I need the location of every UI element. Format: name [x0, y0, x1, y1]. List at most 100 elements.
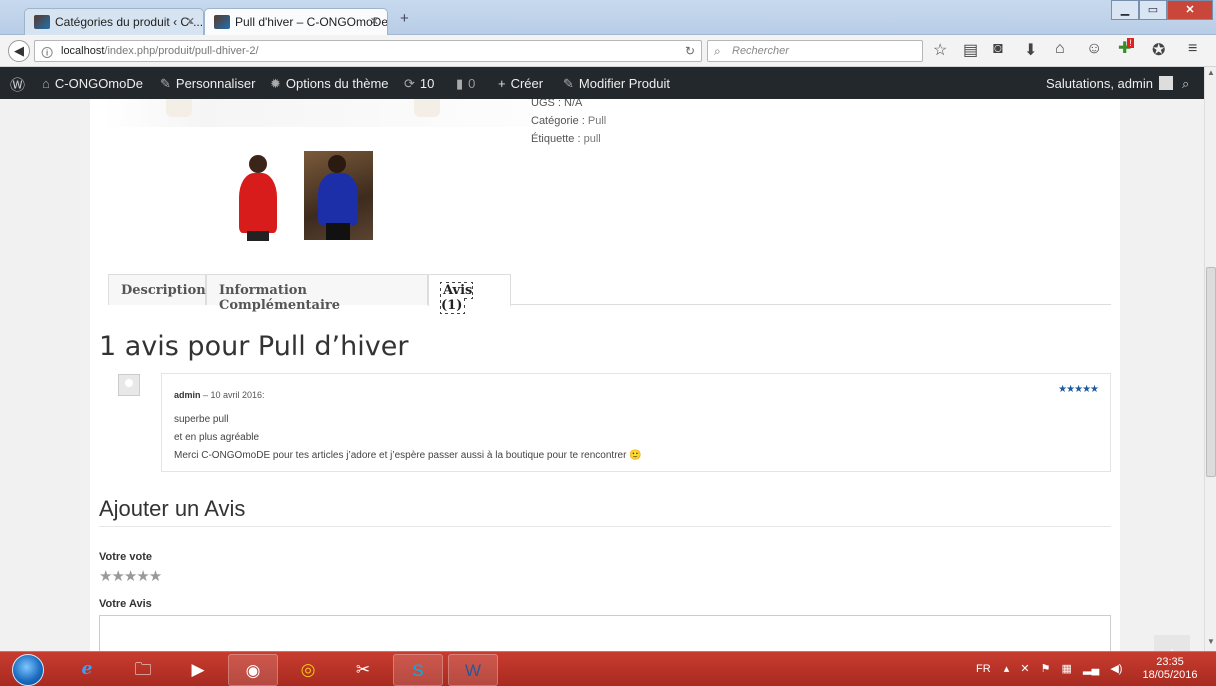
window-minimize-button[interactable]: ▁: [1111, 0, 1139, 20]
product-content: UGS : N/A Catégorie : Pull Étiquette : p…: [90, 99, 1120, 651]
site-favicon-icon: [34, 15, 50, 29]
window-close-button[interactable]: ✕: [1167, 0, 1213, 20]
bookmark-star-icon[interactable]: ☆: [933, 40, 947, 60]
review-textarea[interactable]: [99, 615, 1111, 651]
product-category: Catégorie : Pull: [531, 115, 607, 127]
new-tab-button[interactable]: +: [400, 10, 409, 27]
window-maximize-button[interactable]: ▭: [1139, 0, 1167, 20]
review-rating-stars: ★★★★★: [1058, 384, 1099, 395]
scroll-down-icon[interactable]: ▼: [1206, 637, 1216, 649]
file-explorer-icon[interactable]: 🗀: [118, 654, 168, 686]
addon-notification-icon[interactable]: ✚!: [1118, 38, 1138, 58]
address-bar[interactable]: 🛈 localhost/index.php/produit/pull-dhive…: [34, 40, 702, 62]
language-indicator[interactable]: FR: [976, 663, 991, 675]
menu-hamburger-icon[interactable]: ≡: [1188, 40, 1197, 58]
system-clock[interactable]: 23:35 18/05/2016: [1140, 656, 1200, 682]
review-text-line: Merci C-ONGOmoDE pour tes articles j’ado…: [174, 450, 642, 461]
hello-chat-icon[interactable]: ☺: [1086, 40, 1102, 58]
search-placeholder: Rechercher: [732, 45, 789, 57]
add-review-title: Ajouter un Avis: [99, 496, 1111, 527]
snipping-tool-icon[interactable]: ✂: [338, 654, 388, 686]
site-name-menu[interactable]: ⌂ C-ONGOmoDe: [42, 76, 143, 91]
downloads-icon[interactable]: ⬇: [1024, 40, 1037, 60]
site-info-icon[interactable]: 🛈: [41, 44, 53, 65]
tab-close-icon[interactable]: ✕: [370, 15, 379, 28]
comment-icon: ▮: [456, 76, 464, 91]
account-menu[interactable]: Salutations, admin: [1046, 76, 1173, 91]
volume-icon[interactable]: ◀): [1110, 663, 1122, 675]
signal-icon[interactable]: ▂▄: [1083, 663, 1099, 675]
rating-label: Votre vote: [99, 551, 152, 563]
tab-description[interactable]: Description: [108, 274, 206, 305]
product-tag: Étiquette : pull: [531, 133, 601, 145]
user-avatar: [1158, 76, 1173, 90]
product-thumbnail-red[interactable]: [225, 151, 293, 241]
search-icon[interactable]: ⌕: [1182, 76, 1189, 92]
product-main-image[interactable]: [104, 99, 604, 127]
wordpress-logo-icon[interactable]: Ⓦ: [10, 74, 25, 95]
product-tabs: Description Information Complémentaire A…: [108, 274, 1111, 314]
review-author: admin: [174, 390, 201, 400]
back-button[interactable]: ◀: [8, 40, 30, 62]
back-to-top-button[interactable]: ▲: [1154, 635, 1190, 651]
edit-product-menu[interactable]: ✎ Modifier Produit: [563, 76, 670, 92]
action-center-icon[interactable]: ⚑: [1041, 663, 1051, 675]
new-content-menu[interactable]: + Créer: [498, 76, 543, 91]
clock-date: 18/05/2016: [1142, 669, 1198, 681]
tag-link[interactable]: pull: [584, 133, 601, 145]
updates-menu[interactable]: ⟳ 10: [404, 76, 434, 92]
tab-title: Pull d'hiver – C-ONGOmoDe: [235, 15, 388, 29]
addon-icon[interactable]: ✪: [1152, 40, 1165, 60]
tab-title: Catégories du produit ‹ C-...: [55, 15, 204, 29]
browser-navbar: ◀ 🛈 localhost/index.php/produit/pull-dhi…: [0, 35, 1216, 67]
theme-options-menu[interactable]: ✹ Options du thème: [270, 76, 389, 92]
brush-icon: ✎: [160, 76, 171, 91]
review-meta: admin – 10 avril 2016:: [174, 390, 265, 400]
review-date: – 10 avril 2016:: [200, 390, 265, 400]
browser-tab-categories[interactable]: Catégories du produit ‹ C-... ✕: [24, 8, 204, 35]
reload-icon[interactable]: ↻: [685, 44, 695, 58]
tab-close-icon[interactable]: ✕: [186, 15, 195, 28]
page-scrollbar[interactable]: ▲ ▼: [1204, 67, 1216, 651]
search-icon: ⌕: [714, 44, 721, 58]
scrollbar-thumb[interactable]: [1206, 267, 1216, 477]
pencil-icon: ✎: [563, 76, 574, 91]
customize-menu[interactable]: ✎ Personnaliser: [160, 76, 255, 92]
product-sku: UGS : N/A: [531, 99, 583, 109]
skype-icon[interactable]: S: [393, 654, 443, 686]
wp-admin-bar: Ⓦ ⌂ C-ONGOmoDe ✎ Personnaliser ✹ Options du…: [0, 67, 1204, 99]
comments-menu[interactable]: ▮ 0: [456, 76, 475, 92]
antivirus-icon[interactable]: ✕: [1020, 663, 1029, 675]
page-viewport: UGS : N/A Catégorie : Pull Étiquette : p…: [0, 99, 1204, 651]
review-item: admin – 10 avril 2016: ★★★★★ superbe pul…: [161, 373, 1111, 472]
media-player-icon[interactable]: ▶: [173, 654, 223, 686]
product-thumbnail-blue[interactable]: [304, 151, 373, 240]
internet-explorer-icon[interactable]: e: [62, 654, 112, 686]
review-field-label: Votre Avis: [99, 598, 152, 610]
dashboard-icon: ⌂: [42, 76, 50, 91]
tray-expand-icon[interactable]: ▴: [1004, 663, 1010, 675]
browser-tab-product[interactable]: Pull d'hiver – C-ONGOmoDe ✕: [204, 8, 388, 35]
word-icon[interactable]: W: [448, 654, 498, 686]
category-link[interactable]: Pull: [588, 115, 606, 127]
search-box[interactable]: ⌕ Rechercher: [707, 40, 923, 62]
rating-stars-input[interactable]: ★★★★★: [99, 567, 162, 585]
review-text-line: et en plus agréable: [174, 432, 260, 443]
system-tray: FR ▴ ✕ ⚑ ▦ ▂▄ ◀): [976, 662, 1122, 675]
notification-badge: !: [1127, 38, 1134, 48]
pocket-icon[interactable]: ◙: [993, 40, 1003, 58]
tab-additional-info[interactable]: Information Complémentaire: [206, 274, 428, 313]
site-favicon-icon: [214, 15, 230, 29]
browser-titlebar: Catégories du produit ‹ C-... ✕ Pull d'h…: [0, 0, 1216, 35]
home-icon[interactable]: ⌂: [1055, 40, 1065, 58]
chrome-icon[interactable]: ◎: [283, 654, 333, 686]
scroll-up-icon[interactable]: ▲: [1206, 68, 1216, 80]
network-device-icon[interactable]: ▦: [1062, 663, 1072, 675]
plus-icon: +: [498, 76, 506, 91]
start-button[interactable]: [12, 654, 44, 686]
review-text-line: superbe pull: [174, 414, 229, 425]
firefox-icon[interactable]: ◉: [228, 654, 278, 686]
clock-time: 23:35: [1156, 656, 1184, 668]
bookmarks-menu-icon[interactable]: ▤: [963, 40, 978, 60]
tab-reviews[interactable]: Avis (1): [428, 274, 511, 314]
